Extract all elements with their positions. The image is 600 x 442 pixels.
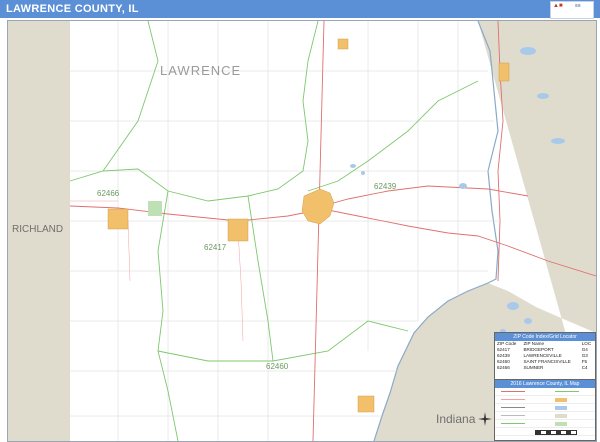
- zip-legend-table: ZIP Code ZIP Name LOC 62417 BRIDGEPORT G…: [495, 341, 595, 371]
- zip-legend: ZIP Code Index/Grid Locator ZIP Code ZIP…: [494, 332, 596, 382]
- legend-swatch-row: [495, 396, 595, 404]
- legend-scale-bar: [495, 428, 595, 436]
- zip-code-cell: 62466: [497, 365, 510, 370]
- logo-mark: ▲■: [553, 3, 563, 9]
- richland-label: RICHLAND: [10, 224, 66, 235]
- map-legend: 2016 Lawrence County, IL Map: [494, 379, 596, 441]
- zip-label-62466: 62466: [97, 189, 120, 198]
- zip-legend-title: ZIP Code Index/Grid Locator: [495, 333, 595, 341]
- map-legend-title: 2016 Lawrence County, IL Map: [495, 380, 595, 388]
- publisher-logo: ▲■ ≡≡: [550, 1, 594, 19]
- loc-cell: C4: [581, 365, 588, 370]
- zip-label-62460: 62460: [266, 362, 289, 371]
- table-row: 62466 SUMNER C4: [495, 365, 595, 371]
- legend-swatch-row: [495, 412, 595, 420]
- zip-name-cell: SUMNER: [523, 365, 544, 370]
- zip-label-62439: 62439: [374, 182, 397, 191]
- indiana-label: Indiana: [436, 412, 476, 426]
- logo-text-mark: ≡≡: [575, 3, 581, 9]
- zip-label-62417: 62417: [204, 243, 227, 252]
- map-title: LAWRENCE COUNTY, IL: [6, 3, 139, 15]
- legend-swatch-row: [495, 420, 595, 428]
- legend-swatch-row: [495, 388, 595, 396]
- legend-swatch-row: [495, 404, 595, 412]
- compass-icon: [478, 412, 492, 426]
- header-bar: LAWRENCE COUNTY, IL ▲■ ≡≡: [0, 0, 600, 19]
- park-area: [148, 201, 162, 216]
- county-label: LAWRENCE: [160, 63, 242, 78]
- map-canvas[interactable]: LAWRENCE RICHLAND Indiana 62466 62439 62…: [7, 20, 597, 442]
